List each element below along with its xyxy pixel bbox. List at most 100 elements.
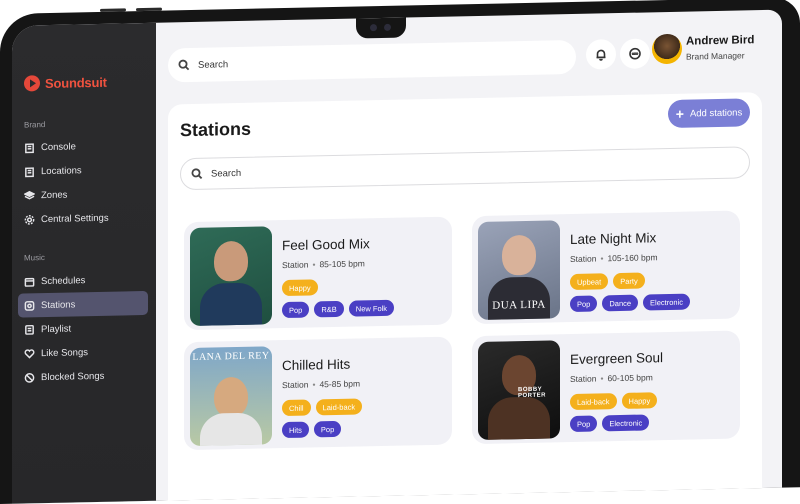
camera-icon <box>370 24 377 32</box>
separator-dot: • <box>600 373 604 384</box>
album-cover <box>190 226 272 327</box>
sidebar-item-blocked-songs[interactable]: Blocked Songs <box>18 363 148 390</box>
sidebar-item-like-songs[interactable]: Like Songs <box>18 339 148 366</box>
page-title: Stations <box>180 118 252 141</box>
mood-tag[interactable]: Laid-back <box>570 393 617 411</box>
station-title: Chilled Hits <box>282 356 351 374</box>
notifications-button[interactable] <box>586 39 616 70</box>
genre-tags: Pop R&B New Folk <box>282 299 395 319</box>
camera-icon <box>384 23 391 31</box>
sidebar-item-zones[interactable]: Zones <box>18 181 148 208</box>
sidebar: Soundsuit Brand Console Locations Zones <box>12 22 156 504</box>
messages-button[interactable] <box>620 38 650 70</box>
album-cover: LANA DEL REY <box>190 346 272 447</box>
sidebar-item-label: Locations <box>41 164 82 177</box>
station-bpm: 85-105 bpm <box>319 258 365 270</box>
cover-portrait <box>200 412 262 447</box>
separator-dot: • <box>600 253 604 264</box>
layers-icon <box>24 190 35 201</box>
album-cover: DUA LIPA <box>478 220 560 320</box>
brand-name: Soundsuit <box>45 74 107 91</box>
building-icon <box>24 142 35 153</box>
app-logo[interactable]: Soundsuit <box>24 74 107 92</box>
cover-portrait <box>214 240 248 282</box>
station-bpm: 45-85 bpm <box>319 378 361 390</box>
stations-search-input[interactable]: Search <box>180 146 750 191</box>
station-type: Station <box>570 253 597 265</box>
global-search-input[interactable]: Search <box>168 39 576 83</box>
genre-tag[interactable]: Dance <box>602 294 639 312</box>
genre-tag[interactable]: R&B <box>314 300 344 318</box>
tablet-frame: Soundsuit Brand Console Locations Zones <box>0 0 800 504</box>
device-button <box>136 7 162 12</box>
album-cover-text: LANA DEL REY <box>192 350 270 363</box>
sidebar-item-playlist[interactable]: Playlist <box>18 315 148 342</box>
separator-dot: • <box>312 259 316 270</box>
block-icon <box>24 372 35 383</box>
genre-tag[interactable]: Electronic <box>643 293 690 311</box>
sidebar-item-locations[interactable]: Locations <box>18 157 148 184</box>
device-button <box>100 8 126 12</box>
genre-tags: Pop Dance Electronic <box>570 293 690 313</box>
calendar-icon <box>24 276 35 287</box>
album-cover-text: BOBBY PORTER <box>518 386 547 400</box>
bell-icon <box>596 49 606 61</box>
sidebar-item-console[interactable]: Console <box>18 133 148 160</box>
section-label-music: Music <box>24 253 45 263</box>
mood-tag[interactable]: Upbeat <box>570 273 609 291</box>
section-label-brand: Brand <box>24 120 46 130</box>
mood-tag[interactable]: Happy <box>282 279 318 297</box>
sidebar-item-label: Console <box>41 140 76 153</box>
mood-tags: Chill Laid-back <box>282 398 363 417</box>
cover-portrait <box>214 376 248 418</box>
genre-tag[interactable]: New Folk <box>348 299 395 317</box>
mood-tag[interactable]: Happy <box>621 392 658 409</box>
search-icon <box>191 168 203 180</box>
play-logo-icon <box>24 75 40 92</box>
mood-tags: Upbeat Party <box>570 272 645 291</box>
genre-tag[interactable]: Hits <box>282 421 309 439</box>
sidebar-item-label: Central Settings <box>41 212 109 225</box>
station-bpm: 105-160 bpm <box>607 252 658 264</box>
genre-tag[interactable]: Pop <box>313 420 342 438</box>
avatar[interactable] <box>652 33 682 65</box>
station-type: Station <box>282 379 309 391</box>
list-icon <box>24 324 35 335</box>
station-meta: Station • 60-105 bpm <box>570 372 653 384</box>
genre-tag[interactable]: Pop <box>570 295 598 313</box>
genre-tag[interactable]: Pop <box>282 301 310 319</box>
station-card[interactable]: LANA DEL REY Chilled Hits Station • 45-85 … <box>184 336 452 451</box>
genre-tag[interactable]: Electronic <box>602 414 650 432</box>
station-card[interactable]: Feel Good Mix Station • 85-105 bpm Happy P… <box>184 216 452 331</box>
station-card[interactable]: BOBBY PORTER Evergreen Soul Station • 60-1… <box>472 330 740 445</box>
camera-notch <box>356 17 406 39</box>
genre-tags: Hits Pop <box>282 420 342 439</box>
add-stations-button[interactable]: + Add stations <box>668 98 750 129</box>
add-stations-label: Add stations <box>689 106 743 120</box>
cover-portrait <box>488 396 550 440</box>
genre-tags: Pop Electronic <box>570 414 650 433</box>
album-cover: BOBBY PORTER <box>478 340 560 440</box>
stations-panel: Stations + Add stations Search Feel Good… <box>168 92 762 504</box>
search-placeholder: Search <box>211 167 242 180</box>
mood-tag[interactable]: Laid-back <box>315 398 363 416</box>
genre-tag[interactable]: Pop <box>570 415 598 433</box>
cover-portrait <box>200 282 262 327</box>
sidebar-item-stations[interactable]: Stations <box>18 290 148 318</box>
mood-tag[interactable]: Chill <box>282 399 311 417</box>
sidebar-item-schedules[interactable]: Schedules <box>18 267 148 294</box>
station-card[interactable]: DUA LIPA Late Night Mix Station • 105-160 … <box>472 210 740 325</box>
sidebar-item-label: Playlist <box>41 323 72 335</box>
building-icon <box>24 166 35 177</box>
album-cover-text: DUA LIPA <box>492 298 546 312</box>
mood-tag[interactable]: Party <box>613 272 645 290</box>
station-meta: Station • 85-105 bpm <box>282 258 365 270</box>
station-meta: Station • 105-160 bpm <box>570 252 658 264</box>
plus-icon: + <box>675 105 684 122</box>
radio-icon <box>24 300 35 311</box>
mood-tags: Happy <box>282 279 318 297</box>
sidebar-item-central-settings[interactable]: Central Settings <box>18 205 148 232</box>
station-bpm: 60-105 bpm <box>607 372 653 384</box>
cover-portrait <box>502 234 536 276</box>
mood-tags: Laid-back Happy <box>570 392 658 411</box>
